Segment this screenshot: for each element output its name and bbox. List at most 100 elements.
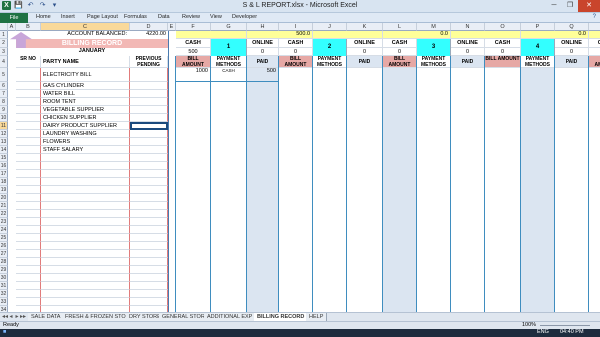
party-name-cell[interactable]: [41, 266, 130, 274]
column-header-j[interactable]: J: [313, 23, 347, 31]
top-total-cell[interactable]: [211, 31, 247, 39]
row-header-15[interactable]: 15: [0, 154, 8, 162]
column-header-g[interactable]: G: [211, 23, 247, 31]
column-header-h[interactable]: H: [247, 23, 279, 31]
paid-subheader[interactable]: PAID: [347, 56, 383, 68]
party-name-cell[interactable]: [41, 298, 130, 306]
row-header-28[interactable]: 28: [0, 258, 8, 266]
sr-no-cell[interactable]: [16, 170, 41, 178]
day-number-cell[interactable]: 1: [211, 39, 247, 56]
top-total-cell[interactable]: [347, 31, 383, 39]
previous-pending-cell[interactable]: [130, 98, 168, 106]
row-header-18[interactable]: 18: [0, 178, 8, 186]
previous-pending-cell[interactable]: [130, 186, 168, 194]
row-header-5[interactable]: 5: [0, 68, 8, 82]
sr-no-cell[interactable]: [16, 68, 41, 82]
party-name-cell[interactable]: [41, 250, 130, 258]
column-header-p[interactable]: P: [521, 23, 555, 31]
previous-pending-cell[interactable]: [130, 226, 168, 234]
restore-button[interactable]: ❐: [562, 0, 578, 12]
column-header-a[interactable]: A: [8, 23, 16, 31]
sr-no-cell[interactable]: [16, 186, 41, 194]
cash-value-cell[interactable]: 0: [383, 48, 417, 56]
party-name-header[interactable]: PARTY NAME: [41, 56, 130, 68]
bill-subheader[interactable]: BILL AMOUNT: [279, 56, 313, 68]
online-value-cell[interactable]: 0: [247, 48, 279, 56]
cash-label-cell[interactable]: CASH: [176, 39, 211, 48]
tab-insert[interactable]: Insert: [61, 14, 75, 20]
cash-label-cell[interactable]: CASH: [279, 39, 313, 48]
last-sheet-icon[interactable]: ▸▸: [20, 313, 26, 320]
party-name-cell[interactable]: ELECTRICITY BILL: [41, 68, 130, 82]
column-header-o[interactable]: O: [485, 23, 521, 31]
day-number-cell[interactable]: 3: [417, 39, 451, 56]
party-name-cell[interactable]: [41, 210, 130, 218]
sr-no-cell[interactable]: [16, 210, 41, 218]
row-header-27[interactable]: 27: [0, 250, 8, 258]
top-total-cell[interactable]: 0.0: [383, 31, 451, 39]
previous-pending-cell[interactable]: [130, 202, 168, 210]
tab-view[interactable]: View: [210, 14, 222, 20]
row-header-31[interactable]: 31: [0, 282, 8, 290]
top-total-cell[interactable]: 0.0: [521, 31, 589, 39]
row-header-11[interactable]: 11: [0, 122, 8, 130]
party-name-cell[interactable]: [41, 258, 130, 266]
previous-pending-cell[interactable]: [130, 82, 168, 90]
bill-subheader[interactable]: BILL AMOUNT: [176, 56, 211, 68]
row-header-33[interactable]: 33: [0, 298, 8, 306]
tab-file[interactable]: File: [0, 13, 28, 23]
column-header-q[interactable]: Q: [555, 23, 589, 31]
previous-pending-cell[interactable]: [130, 68, 168, 82]
row-header-24[interactable]: 24: [0, 226, 8, 234]
day-number-cell[interactable]: 4: [521, 39, 555, 56]
party-name-cell[interactable]: [41, 226, 130, 234]
sr-no-cell[interactable]: [16, 114, 41, 122]
sr-no-cell[interactable]: [16, 250, 41, 258]
party-name-cell[interactable]: [41, 282, 130, 290]
sr-no-cell[interactable]: [16, 82, 41, 90]
tab-home[interactable]: Home: [36, 14, 51, 20]
party-name-cell[interactable]: [41, 242, 130, 250]
online-value-cell[interactable]: 0: [555, 48, 589, 56]
cash-value-cell[interactable]: 500: [589, 48, 600, 56]
previous-pending-cell[interactable]: [130, 274, 168, 282]
previous-pending-cell[interactable]: [130, 170, 168, 178]
paid-subheader[interactable]: PAID: [451, 56, 485, 68]
previous-pending-cell[interactable]: [130, 282, 168, 290]
pay-subheader[interactable]: PAYMENT METHODS: [313, 56, 347, 68]
clock[interactable]: 04:40 PM: [560, 329, 584, 335]
row-header-32[interactable]: 32: [0, 290, 8, 298]
previous-pending-cell[interactable]: [130, 266, 168, 274]
sr-no-cell[interactable]: [16, 130, 41, 138]
row-header-13[interactable]: 13: [0, 138, 8, 146]
sr-no-cell[interactable]: [16, 242, 41, 250]
previous-pending-cell[interactable]: [130, 130, 168, 138]
paid-subheader[interactable]: PAID: [247, 56, 279, 68]
party-name-cell[interactable]: WATER BILL: [41, 90, 130, 98]
row-header-10[interactable]: 10: [0, 114, 8, 122]
row-header-8[interactable]: 8: [0, 98, 8, 106]
online-value-cell[interactable]: 0: [347, 48, 383, 56]
sr-no-cell[interactable]: [16, 154, 41, 162]
row-header-16[interactable]: 16: [0, 162, 8, 170]
sr-no-cell[interactable]: [16, 194, 41, 202]
sr-no-cell[interactable]: [16, 298, 41, 306]
row-header-25[interactable]: 25: [0, 234, 8, 242]
previous-pending-cell[interactable]: [130, 106, 168, 114]
sr-no-cell[interactable]: [16, 122, 41, 130]
column-header-l[interactable]: L: [383, 23, 417, 31]
previous-pending-cell[interactable]: [130, 234, 168, 242]
party-name-cell[interactable]: [41, 290, 130, 298]
close-button[interactable]: ✕: [578, 0, 600, 12]
sr-no-cell[interactable]: [16, 202, 41, 210]
row-header-21[interactable]: 21: [0, 202, 8, 210]
previous-pending-cell[interactable]: [130, 298, 168, 306]
bill-subheader[interactable]: BILL AMOUNT: [485, 56, 521, 68]
sr-no-cell[interactable]: [16, 226, 41, 234]
party-name-cell[interactable]: [41, 234, 130, 242]
previous-pending-cell[interactable]: [130, 138, 168, 146]
party-name-cell[interactable]: [41, 186, 130, 194]
minimize-button[interactable]: ─: [546, 0, 562, 12]
row-header-2[interactable]: 2: [0, 39, 8, 48]
sr-no-cell[interactable]: [16, 282, 41, 290]
